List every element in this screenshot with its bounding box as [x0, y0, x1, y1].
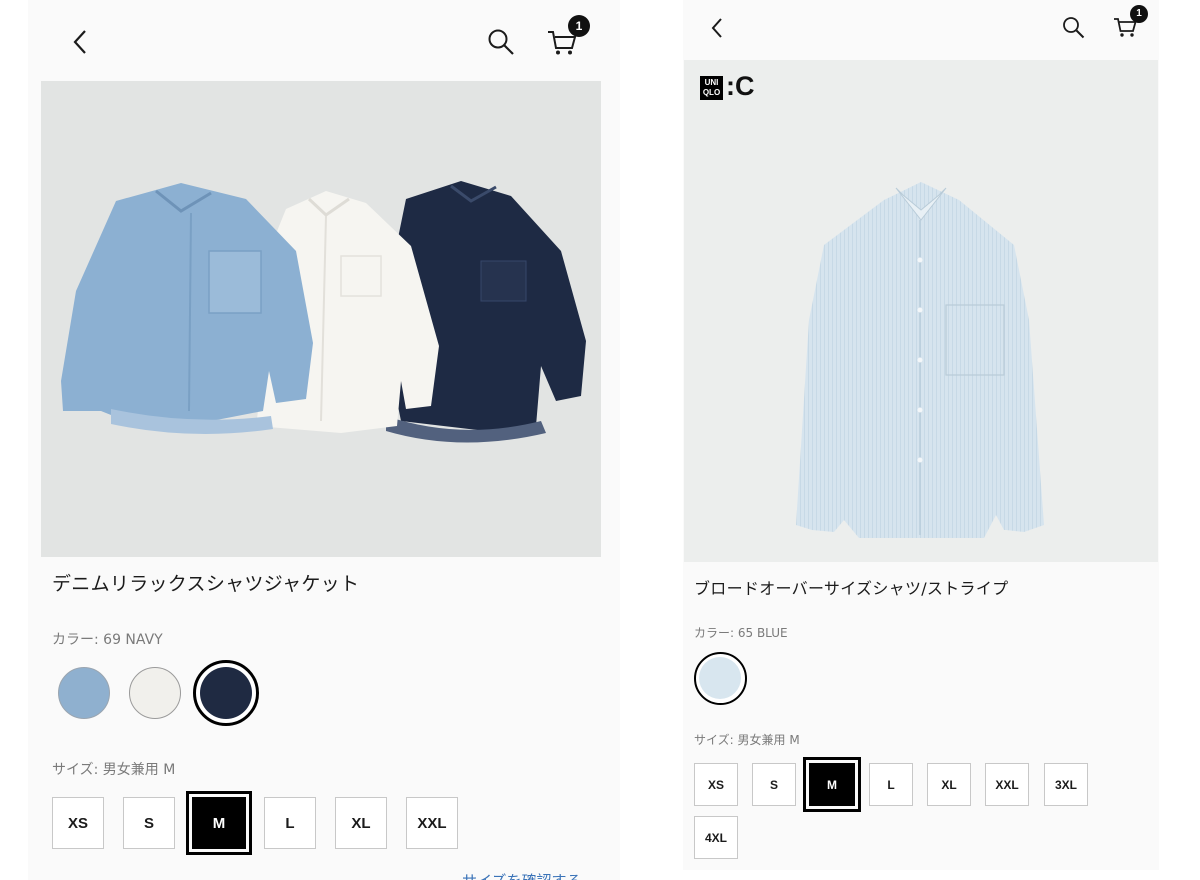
size-option-xs[interactable]: XS — [52, 797, 104, 849]
size-option-xxl[interactable]: XXL — [406, 797, 458, 849]
product-title: デニムリラックスシャツジャケット — [52, 573, 360, 595]
size-option-m-selected[interactable]: M — [803, 757, 861, 812]
size-label: サイズ: 男女兼用 M — [694, 733, 800, 747]
back-chevron-left-icon[interactable] — [72, 29, 88, 55]
size-option-s[interactable]: S — [123, 797, 175, 849]
color-label: カラー: 69 NAVY — [52, 632, 163, 648]
size-option-xl[interactable]: XL — [927, 763, 971, 806]
product-image — [41, 81, 601, 557]
size-label: サイズ: 男女兼用 M — [52, 762, 176, 778]
color-swatch-blue-selected[interactable] — [694, 652, 747, 705]
size-option-m-selected[interactable]: M — [186, 791, 252, 855]
size-option-4xl[interactable]: 4XL — [694, 816, 738, 859]
size-option-xs[interactable]: XS — [694, 763, 738, 806]
search-icon[interactable] — [1062, 16, 1085, 39]
product-screen-right: 1 UNI QLO :C ブロードオーバーサイズシャツ/ストライプ カラー: 6… — [683, 0, 1159, 870]
color-label: カラー: 65 BLUE — [694, 626, 788, 640]
search-icon[interactable] — [487, 28, 515, 56]
product-title: ブロードオーバーサイズシャツ/ストライプ — [694, 579, 1009, 598]
striped-shirt-photo — [796, 182, 1044, 538]
size-option-3xl[interactable]: 3XL — [1044, 763, 1088, 806]
product-screen-left: 1 デニムリラックスシャツジャケット カラー: 69 NAVY サイズ: 男女兼… — [28, 0, 620, 880]
shirt-jackets-photo — [61, 181, 586, 443]
back-chevron-left-icon[interactable] — [710, 17, 724, 39]
color-swatch-light-denim[interactable] — [58, 667, 110, 719]
size-option-l[interactable]: L — [264, 797, 316, 849]
color-swatch-navy-fill — [200, 667, 252, 719]
cart-count-badge: 1 — [568, 15, 590, 37]
light-denim-shirt-illustration — [61, 183, 313, 434]
cart-count-badge: 1 — [1130, 5, 1148, 23]
size-option-l[interactable]: L — [869, 763, 913, 806]
color-swatch-off-white[interactable] — [129, 667, 181, 719]
color-swatch-blue-fill — [699, 657, 741, 699]
size-option-xl[interactable]: XL — [335, 797, 387, 849]
size-option-s[interactable]: S — [752, 763, 796, 806]
blue-stripe-shirt-illustration — [796, 182, 1044, 538]
size-check-link[interactable]: サイズを確認する — [462, 870, 582, 880]
color-swatch-navy-selected[interactable] — [193, 660, 259, 726]
product-image: UNI QLO :C — [684, 60, 1158, 562]
size-option-xxl[interactable]: XXL — [985, 763, 1029, 806]
